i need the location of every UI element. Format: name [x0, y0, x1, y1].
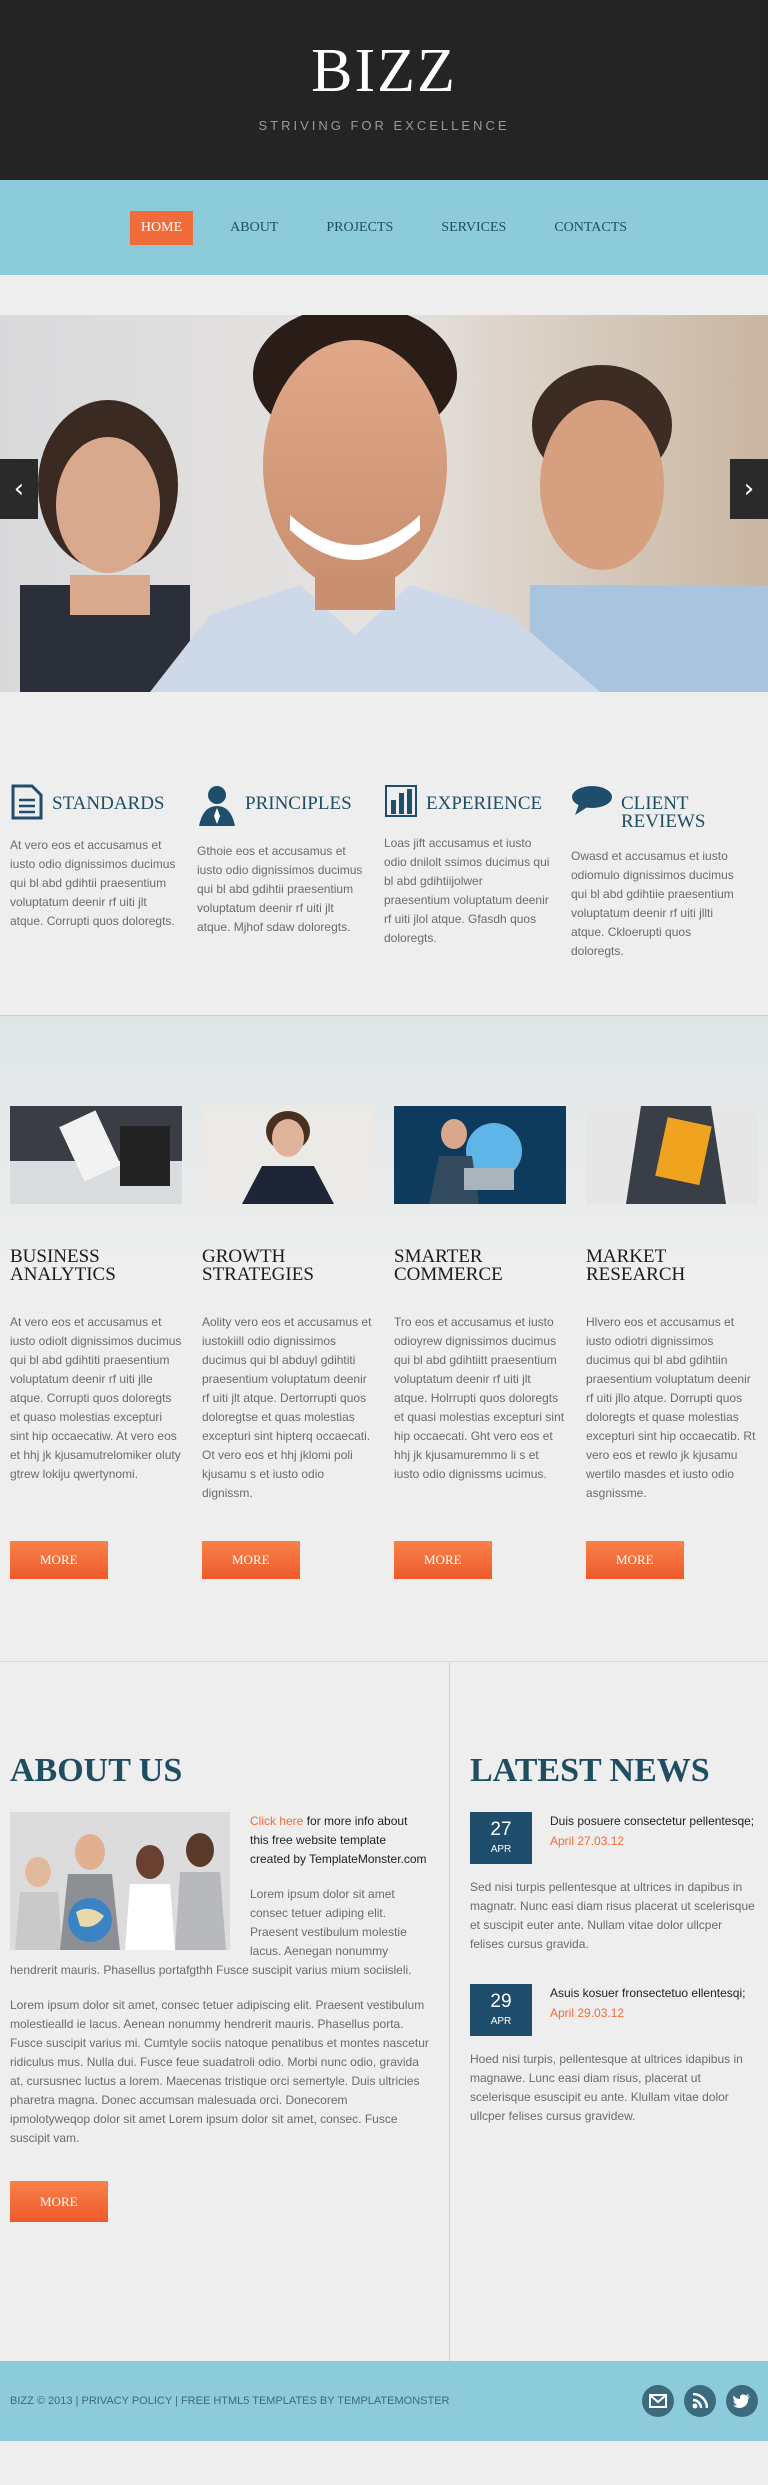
- service-text: Tro eos et accusamus et iusto odioyrew d…: [394, 1315, 565, 1481]
- twitter-icon[interactable]: [726, 2385, 758, 2417]
- more-button[interactable]: MORE: [10, 2181, 108, 2222]
- news-text: Hoed nisi turpis, pellentesque at ultric…: [470, 2052, 743, 2123]
- site-logo[interactable]: BIZZ: [0, 36, 768, 106]
- services-section: BUSINESS ANALYTICS At vero eos et accusa…: [0, 1016, 768, 1661]
- hero-slider: ‹ ›: [0, 315, 768, 692]
- news-date: April 29.03.12: [550, 2006, 625, 2020]
- team-image: [10, 1812, 230, 1950]
- features-section: STANDARDS At vero eos et accusamus et iu…: [0, 692, 768, 1015]
- feature-experience: EXPERIENCE Loas jift accusamus et iusto …: [384, 784, 571, 1015]
- news-headline[interactable]: Asuis kosuer fronsectetuo ellentesqi;: [550, 1984, 745, 2002]
- feature-title: CLIENT REVIEWS: [621, 793, 706, 832]
- date-badge: 27 APR: [470, 1812, 532, 1864]
- nav-item-about[interactable]: ABOUT: [219, 211, 289, 245]
- about-paragraph: Lorem ipsum dolor sit amet, consec tetue…: [10, 1998, 429, 2145]
- document-icon: [11, 784, 43, 820]
- about-body: Click here for more info about this free…: [10, 1812, 429, 2222]
- site-slogan: STRIVING FOR EXCELLENCE: [258, 118, 510, 133]
- more-button[interactable]: MORE: [202, 1541, 300, 1579]
- service-image: [586, 1106, 758, 1204]
- main-nav: HOME ABOUT PROJECTS SERVICES CONTACTS: [0, 180, 768, 275]
- feature-client-reviews: CLIENT REVIEWS Owasd et accusamus et ius…: [571, 784, 758, 1015]
- feature-principles: PRINCIPLES Gthoie eos et accusamus et iu…: [197, 784, 384, 1015]
- news-date: April 27.03.12: [550, 1834, 625, 1848]
- nav-item-projects[interactable]: PROJECTS: [315, 211, 404, 245]
- date-month: APR: [490, 1844, 512, 1855]
- news-item: 27 APR Duis posuere consectetur pellente…: [470, 1812, 758, 1954]
- footer: BIZZ © 2013 | PRIVACY POLICY | FREE HTML…: [0, 2361, 768, 2441]
- feature-text: At vero eos et accusamus et iusto odio d…: [10, 838, 176, 928]
- nav-item-contacts[interactable]: CONTACTS: [543, 211, 638, 245]
- more-button[interactable]: MORE: [394, 1541, 492, 1579]
- service-image: [394, 1106, 566, 1204]
- about-section: ABOUT US Click here for more info about …: [0, 1662, 450, 2361]
- service-image: [10, 1106, 182, 1204]
- feature-text: Owasd et accusamus et iusto odiomulo dig…: [571, 849, 734, 958]
- service-text: Hlvero eos et accusamus et iusto odiotri…: [586, 1315, 756, 1500]
- service-business-analytics: BUSINESS ANALYTICS At vero eos et accusa…: [10, 1106, 202, 1661]
- date-badge: 29 APR: [470, 1984, 532, 2036]
- feature-text: Gthoie eos et accusamus et iusto odio di…: [197, 844, 363, 934]
- feature-standards: STANDARDS At vero eos et accusamus et iu…: [10, 784, 197, 1015]
- feature-title: PRINCIPLES: [245, 793, 352, 814]
- service-title: SMARTER COMMERCE: [394, 1246, 503, 1285]
- footer-text[interactable]: BIZZ © 2013 | PRIVACY POLICY | FREE HTML…: [10, 2395, 449, 2407]
- feature-title: STANDARDS: [52, 793, 165, 814]
- date-month: APR: [490, 2016, 512, 2027]
- feature-text: Loas jift accusamus et iusto odio dnilol…: [384, 836, 550, 945]
- speech-bubble-icon: [572, 786, 612, 815]
- service-text: At vero eos et accusamus et iusto odiolt…: [10, 1315, 182, 1481]
- about-title: ABOUT US: [10, 1752, 183, 1789]
- news-text: Sed nisi turpis pellentesque at ultrices…: [470, 1880, 755, 1951]
- service-title: GROWTH STRATEGIES: [202, 1246, 314, 1285]
- click-here-link[interactable]: Click here: [250, 1814, 303, 1828]
- slider-prev-button[interactable]: ‹: [0, 459, 38, 519]
- date-day: 29: [490, 1991, 512, 2012]
- social-links: [642, 2385, 758, 2417]
- news-section: LATEST NEWS 27 APR Duis posuere consecte…: [450, 1662, 768, 2361]
- service-smarter-commerce: SMARTER COMMERCE Tro eos et accusamus et…: [394, 1106, 586, 1661]
- person-icon: [199, 786, 235, 826]
- service-text: Aolity vero eos et accusamus et iustokii…: [202, 1315, 372, 1500]
- news-headline[interactable]: Duis posuere consectetur pellentesqe;: [550, 1812, 754, 1830]
- hero-image: [0, 315, 768, 692]
- more-button[interactable]: MORE: [10, 1541, 108, 1579]
- service-market-research: MARKET RESEARCH Hlvero eos et accusamus …: [586, 1106, 768, 1661]
- bottom-section: ABOUT US Click here for more info about …: [0, 1661, 768, 2361]
- nav-item-home[interactable]: HOME: [129, 210, 194, 245]
- service-image: [202, 1106, 374, 1204]
- slider-next-button[interactable]: ›: [730, 459, 768, 519]
- service-title: BUSINESS ANALYTICS: [10, 1246, 116, 1285]
- rss-icon[interactable]: [684, 2385, 716, 2417]
- feature-title: EXPERIENCE: [426, 793, 543, 814]
- nav-item-services[interactable]: SERVICES: [430, 211, 517, 245]
- news-item: 29 APR Asuis kosuer fronsectetuo ellente…: [470, 1984, 758, 2126]
- mail-icon[interactable]: [642, 2385, 674, 2417]
- more-button[interactable]: MORE: [586, 1541, 684, 1579]
- service-title: MARKET RESEARCH: [586, 1246, 686, 1285]
- service-growth-strategies: GROWTH STRATEGIES Aolity vero eos et acc…: [202, 1106, 394, 1661]
- bar-chart-icon: [385, 785, 417, 817]
- news-title: LATEST NEWS: [470, 1752, 710, 1789]
- header: BIZZ STRIVING FOR EXCELLENCE: [0, 0, 768, 180]
- date-day: 27: [490, 1819, 512, 1840]
